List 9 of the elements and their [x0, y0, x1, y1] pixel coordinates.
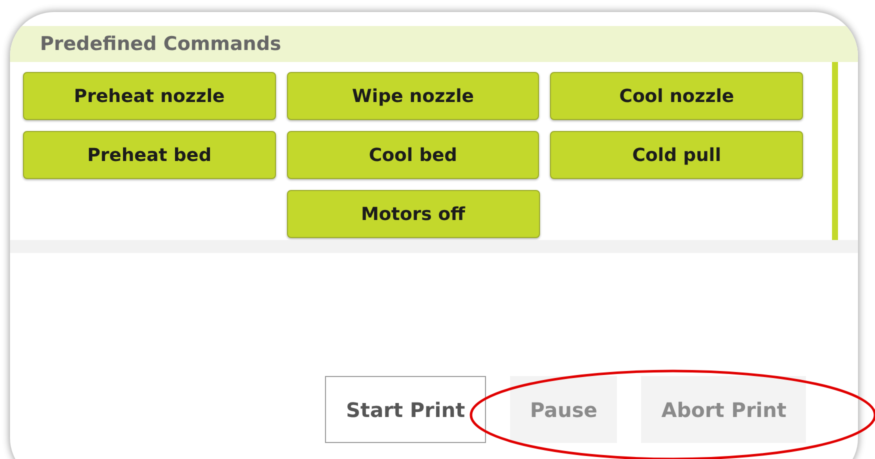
print-button[interactable]: Start Print: [325, 376, 486, 443]
command-button[interactable]: Cold pull: [550, 131, 804, 179]
command-button[interactable]: Wipe nozzle: [286, 72, 540, 120]
command-button[interactable]: Motors off: [286, 190, 540, 238]
command-button[interactable]: Preheat nozzle: [23, 72, 276, 120]
command-button[interactable]: Cool bed: [286, 131, 540, 179]
command-button[interactable]: Preheat bed: [23, 131, 276, 179]
panel-title: Predefined Commands: [40, 33, 282, 55]
command-button[interactable]: Cool nozzle: [550, 72, 804, 120]
